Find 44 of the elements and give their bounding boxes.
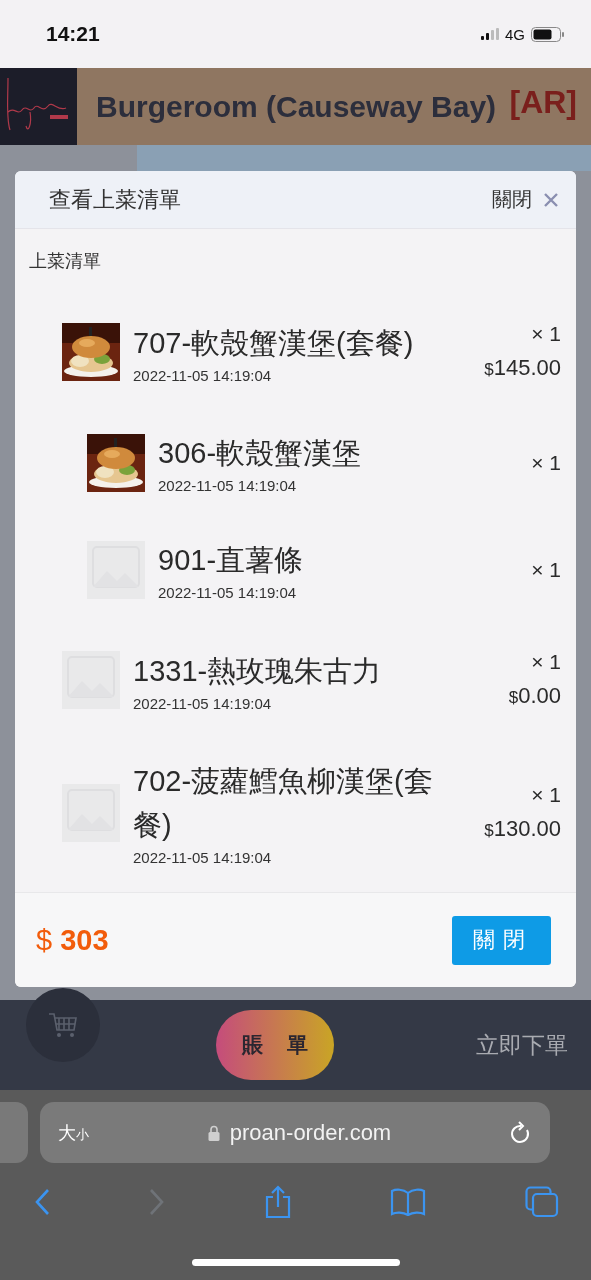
share-icon[interactable] xyxy=(263,1185,292,1219)
order-button[interactable]: 立即下單 xyxy=(476,1029,568,1061)
price: $145.00 xyxy=(483,354,561,382)
quantity: × 1 xyxy=(530,449,561,476)
close-icon xyxy=(544,192,558,207)
cart-icon xyxy=(48,1012,78,1038)
order-time: 2022-11-05 14:19:04 xyxy=(133,366,273,384)
bookmarks-icon[interactable] xyxy=(390,1188,427,1216)
bill-button[interactable]: 賬單 xyxy=(216,1010,334,1080)
section-label: 上菜清單 xyxy=(28,250,102,273)
order-time: 2022-11-05 14:19:04 xyxy=(133,694,273,712)
quantity: × 1 xyxy=(530,321,561,347)
address-field[interactable]: 大小 proan-order.com xyxy=(40,1102,550,1163)
close-button[interactable]: 關閉 xyxy=(452,915,551,965)
quantity: × 1 xyxy=(530,556,561,583)
clock: 14:21 xyxy=(46,22,100,46)
dish-name: 901-直薯條 xyxy=(158,543,305,578)
dish-name: 707-軟殼蟹漢堡(套餐) xyxy=(133,325,415,361)
text-size-button[interactable]: 大小 xyxy=(58,1120,89,1145)
url-text: proan-order.com xyxy=(229,1119,392,1146)
close-button[interactable]: 關閉 xyxy=(492,186,558,213)
order-total: $ 303 xyxy=(36,923,109,957)
reload-icon[interactable] xyxy=(510,1120,532,1145)
price: $0.00 xyxy=(507,682,561,710)
quantity: × 1 xyxy=(530,649,561,675)
tabs-icon[interactable] xyxy=(525,1186,559,1218)
dish-name: 702-菠蘿鱈魚柳漢堡(套餐) xyxy=(133,764,433,843)
logo-icon xyxy=(0,68,77,145)
dialog-title: 查看上菜清單 xyxy=(49,185,181,214)
dish-name: 306-軟殼蟹漢堡 xyxy=(158,436,363,471)
signal-icon xyxy=(481,28,499,40)
price: $130.00 xyxy=(483,814,561,843)
quantity: × 1 xyxy=(530,781,561,808)
language-badge[interactable]: [AR] xyxy=(509,84,577,121)
order-time: 2022-11-05 14:19:04 xyxy=(133,849,273,866)
back-icon[interactable] xyxy=(34,1188,50,1216)
lock-icon xyxy=(207,1124,220,1141)
dish-name: 1331-熱玫瑰朱古力 xyxy=(133,653,383,689)
previous-tab[interactable] xyxy=(0,1102,28,1163)
restaurant-title: Burgeroom (Causeway Bay) xyxy=(96,89,497,124)
order-time: 2022-11-05 14:19:04 xyxy=(158,477,298,494)
battery-icon xyxy=(531,26,565,42)
network-label: 4G xyxy=(505,25,525,43)
order-time: 2022-11-05 14:19:04 xyxy=(158,584,298,601)
